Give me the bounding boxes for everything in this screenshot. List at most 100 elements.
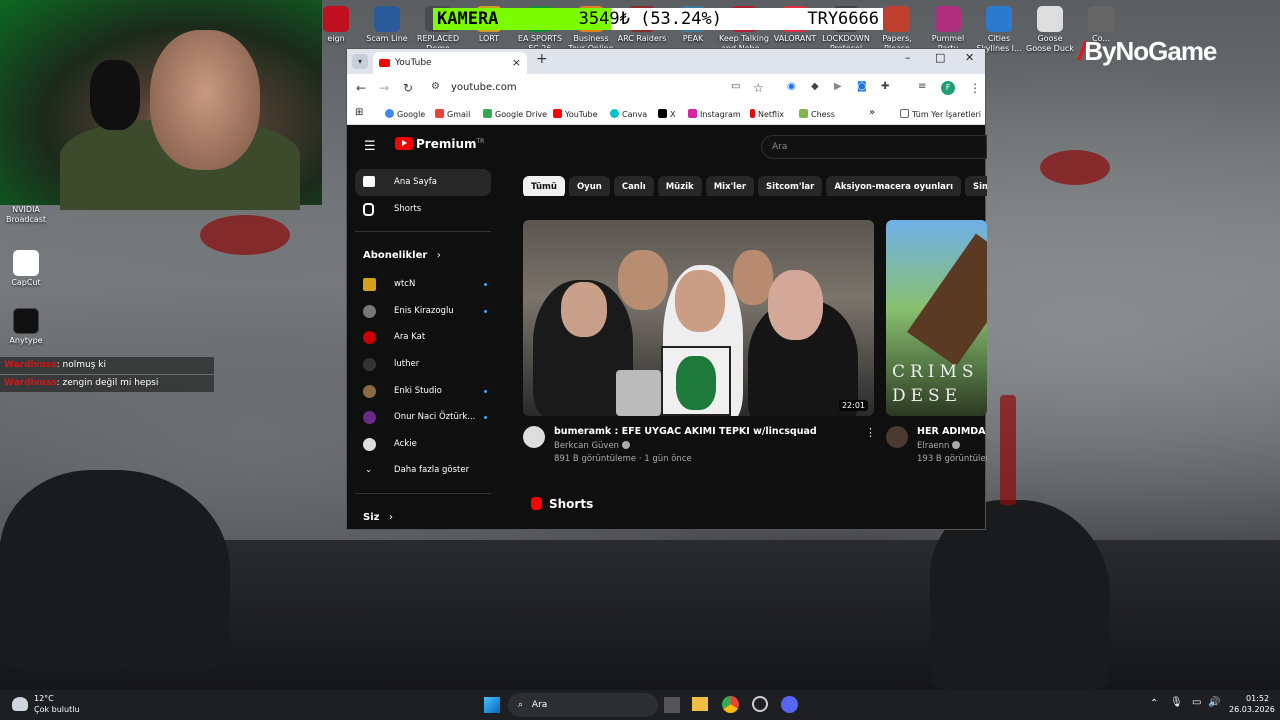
clock-date[interactable]: 26.03.2026: [1229, 705, 1275, 714]
chevron-up-icon[interactable]: ⌃: [1150, 698, 1158, 709]
back-icon[interactable]: ←: [356, 81, 366, 95]
forward-icon[interactable]: →: [379, 81, 389, 95]
desktop-icon-label: VALORANT: [773, 34, 817, 43]
close-tab-icon[interactable]: ×: [512, 52, 521, 74]
channel-avatar[interactable]: [886, 426, 908, 448]
video-channel[interactable]: Elraenn: [917, 441, 987, 451]
youtube-premium-logo[interactable]: PremiumTR: [395, 137, 484, 151]
search-input[interactable]: Ara: [761, 135, 987, 159]
desktop-icon-anytype[interactable]: Anytype: [0, 308, 52, 346]
subscriptions-header[interactable]: Abonelikler ›: [347, 241, 499, 271]
windows-start-icon[interactable]: [484, 697, 500, 713]
sidebar-sub-ackie[interactable]: Ackie: [347, 431, 499, 458]
video-menu-icon[interactable]: ⋮: [865, 426, 876, 439]
reload-icon[interactable]: ↻: [403, 81, 413, 95]
volume-icon[interactable]: 🔊: [1208, 697, 1220, 708]
desktop-icon[interactable]: Pummel Party: [922, 6, 974, 54]
desktop-icon[interactable]: Cities Skylines I...: [973, 6, 1025, 54]
sidebar-item-shorts[interactable]: Shorts: [347, 196, 499, 223]
bookmark-x[interactable]: X: [658, 109, 675, 119]
network-icon[interactable]: ▭: [1192, 697, 1201, 708]
desktop-icon-label: Scam Line: [366, 34, 408, 43]
more-bookmarks-icon[interactable]: »: [869, 107, 875, 118]
bookmark-youtube[interactable]: YouTube: [553, 109, 598, 119]
sidebar-sub-wtcn[interactable]: wtcN: [347, 271, 499, 298]
app-icon[interactable]: [752, 696, 768, 712]
channel-avatar[interactable]: [523, 426, 545, 448]
video-title[interactable]: HER ADIMDA F: [917, 426, 987, 437]
tab-youtube[interactable]: YouTube ×: [373, 52, 527, 74]
video-thumbnail[interactable]: 22:01: [523, 220, 874, 416]
sidebar-item-home[interactable]: Ana Sayfa: [355, 169, 491, 196]
tab-search-button[interactable]: ▾: [352, 54, 368, 69]
desktop-icon[interactable]: Goose Goose Duck: [1024, 6, 1076, 54]
close-window-button[interactable]: ✕: [965, 51, 974, 64]
bookmark-google-drive[interactable]: Google Drive: [483, 109, 547, 119]
sidebar-sub-enki[interactable]: Enki Studio: [347, 378, 499, 405]
sidebar-sub-arakat[interactable]: Ara Kat: [347, 324, 499, 351]
chip-mixes[interactable]: Mix'ler: [705, 176, 755, 196]
sidebar-sub-luther[interactable]: luther: [347, 351, 499, 378]
reading-list-icon[interactable]: ≡: [918, 81, 926, 92]
sidebar-sub-enis[interactable]: Enis Kirazoglu: [347, 298, 499, 325]
bookmark-google[interactable]: Google: [385, 109, 425, 119]
desktop-icon[interactable]: Scam Line: [361, 6, 413, 44]
file-explorer-icon[interactable]: [692, 697, 708, 711]
avatar: [363, 384, 376, 398]
chip-music[interactable]: Müzik: [657, 176, 702, 196]
extension-icon[interactable]: ◆: [811, 81, 819, 92]
extension-play-icon[interactable]: ▶: [834, 81, 842, 92]
url-field[interactable]: youtube.com: [451, 82, 517, 93]
extension-audio-icon[interactable]: ◉: [787, 81, 796, 92]
site-info-icon[interactable]: ⚙: [431, 81, 440, 92]
task-view-icon[interactable]: [664, 697, 680, 713]
chip-simulation[interactable]: Simül: [965, 176, 987, 196]
bookmark-instagram[interactable]: Instagram: [688, 109, 741, 119]
show-more-button[interactable]: ⌄ Daha fazla göster: [347, 457, 499, 484]
you-header[interactable]: Siz ›: [347, 503, 499, 533]
translate-icon[interactable]: ◙: [857, 81, 867, 92]
apps-icon[interactable]: ⊞: [355, 107, 363, 118]
clock-time[interactable]: 01:52: [1246, 694, 1269, 703]
chip-live[interactable]: Canlı: [613, 176, 654, 196]
chevron-down-icon: ⌄: [365, 465, 373, 476]
video-thumbnail[interactable]: CRIMS DESE: [886, 220, 987, 416]
hamburger-menu-icon[interactable]: ☰: [364, 139, 376, 154]
chip-sitcoms[interactable]: Sitcom'lar: [758, 176, 823, 196]
mic-icon[interactable]: 🎙: [1170, 697, 1183, 708]
bookmark-netflix[interactable]: Netflix: [750, 109, 784, 119]
chip-action-adventure[interactable]: Aksiyon-macera oyunları: [826, 176, 962, 196]
cast-icon[interactable]: ▭: [731, 81, 740, 92]
weather-temp[interactable]: 12°C: [34, 694, 54, 703]
chip-all[interactable]: Tümü: [523, 176, 565, 196]
sidebar-sub-onur[interactable]: Onur Naci Öztürk...: [347, 404, 499, 431]
discord-icon[interactable]: [781, 696, 798, 713]
weather-icon[interactable]: [12, 697, 28, 711]
bookmark-gmail[interactable]: Gmail: [435, 109, 470, 119]
chrome-icon[interactable]: [722, 696, 739, 713]
bookmark-canva[interactable]: Canva: [610, 109, 647, 119]
wallpaper-leaves: [200, 215, 290, 255]
menu-icon[interactable]: ⋮: [969, 81, 981, 95]
shorts-section-header: Shorts: [531, 497, 593, 511]
avatar: [363, 304, 376, 318]
bookmark-star-icon[interactable]: ☆: [753, 81, 764, 95]
maximize-button[interactable]: □: [935, 51, 945, 64]
extensions-puzzle-icon[interactable]: ✚: [881, 81, 889, 92]
bookmarks-bar: ⊞ Google Gmail Google Drive YouTube Canv…: [347, 103, 985, 125]
new-tab-button[interactable]: +: [536, 51, 548, 67]
taskbar-search[interactable]: ⌕ Ara: [508, 693, 658, 717]
webcam-overlay: [0, 0, 322, 210]
desktop-icon-label: ARC Raiders: [617, 34, 667, 43]
profile-avatar[interactable]: F: [941, 81, 955, 95]
bookmark-chess[interactable]: Chess: [799, 109, 835, 119]
all-bookmarks-folder[interactable]: Tüm Yer İşaretleri: [900, 109, 981, 119]
video-channel[interactable]: Berkcan Güven: [554, 441, 864, 451]
desktop-icon-nvidia[interactable]: NVIDIA Broadcast: [0, 205, 52, 225]
weather-desc[interactable]: Çok bulutlu: [34, 705, 80, 714]
video-title[interactable]: bumeramk : EFE UYGAC AKIMI TEPKI w/lincs…: [554, 426, 864, 437]
minimize-button[interactable]: –: [905, 51, 911, 64]
desktop-icon-capcut[interactable]: CapCut: [0, 250, 52, 288]
wallpaper-samurai: [1000, 395, 1016, 505]
chip-gaming[interactable]: Oyun: [568, 176, 610, 196]
